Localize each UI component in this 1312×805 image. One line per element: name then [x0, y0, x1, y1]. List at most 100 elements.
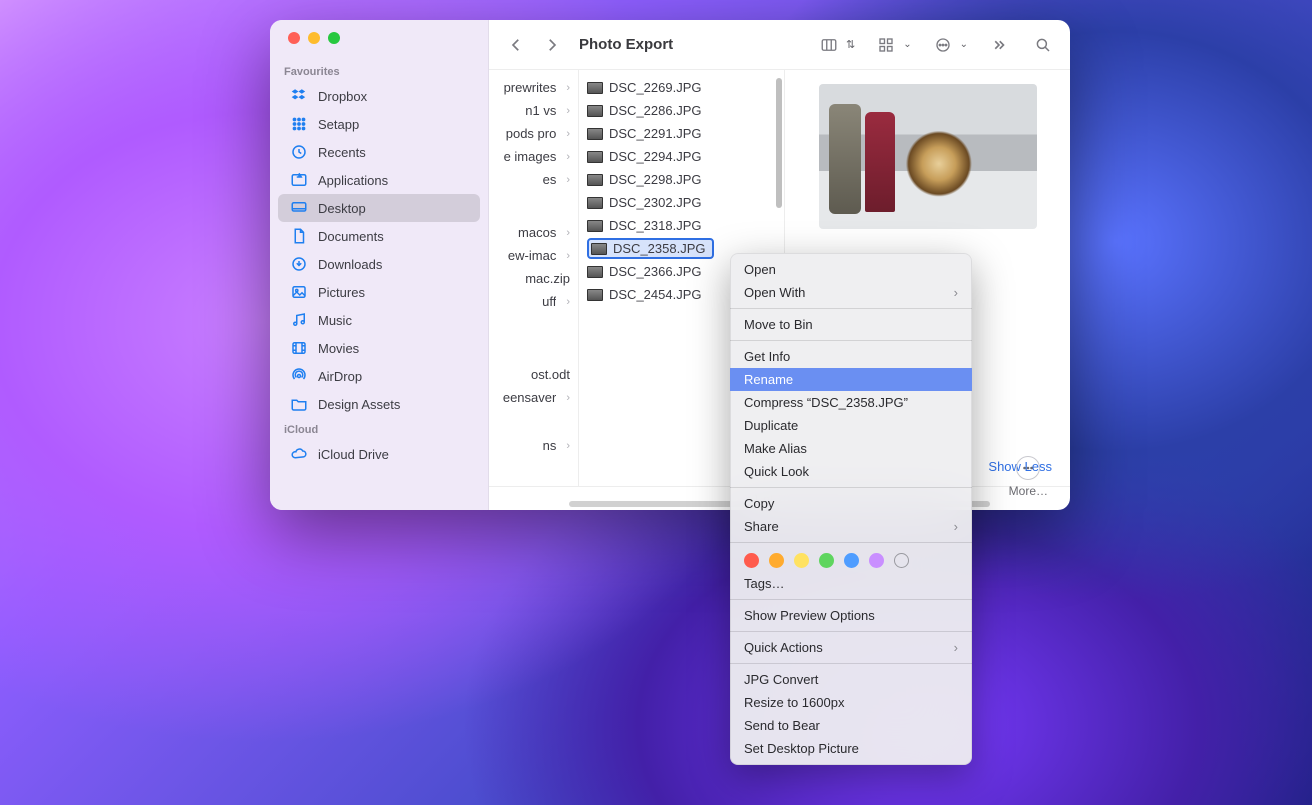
menu-item-move-to-bin[interactable]: Move to Bin	[730, 313, 972, 336]
back-button[interactable]	[503, 32, 529, 58]
file-thumbnail-icon	[587, 174, 603, 186]
sidebar-item-label: Music	[318, 313, 352, 328]
folder-row[interactable]: n1 vs›	[489, 99, 578, 122]
chevron-right-icon: ›	[566, 250, 570, 262]
doc-icon	[290, 227, 308, 245]
menu-item-show-preview-options[interactable]: Show Preview Options	[730, 604, 972, 627]
file-row[interactable]: DSC_2294.JPG	[579, 145, 784, 168]
folder-row[interactable]: ns›	[489, 434, 578, 457]
folder-row[interactable]: ost.odt	[489, 363, 578, 386]
chevron-down-icon[interactable]: ⌄	[960, 39, 968, 50]
menu-item-label: Send to Bear	[744, 718, 820, 733]
folder-label: ns	[543, 438, 557, 453]
file-row[interactable]: DSC_2291.JPG	[579, 122, 784, 145]
file-thumbnail-icon	[587, 266, 603, 278]
tag-color-dot[interactable]	[794, 553, 809, 568]
tag-color-dot[interactable]	[819, 553, 834, 568]
action-menu-button[interactable]	[930, 32, 956, 58]
tag-color-none[interactable]	[894, 553, 909, 568]
sidebar-item-downloads[interactable]: Downloads	[278, 250, 480, 278]
folder-row[interactable]: eensaver›	[489, 386, 578, 409]
menu-item-jpg-convert[interactable]: JPG Convert	[730, 668, 972, 691]
sidebar-item-applications[interactable]: Applications	[278, 166, 480, 194]
chevron-down-icon[interactable]: ⌄	[903, 39, 911, 50]
menu-item-label: Open With	[744, 285, 805, 300]
sidebar-section-title: iCloud	[270, 418, 488, 440]
sidebar-item-desktop[interactable]: Desktop	[278, 194, 480, 222]
menu-item-make-alias[interactable]: Make Alias	[730, 437, 972, 460]
sidebar-item-music[interactable]: Music	[278, 306, 480, 334]
column-1[interactable]: prewrites›n1 vs›pods pro›e images›es›mac…	[489, 70, 579, 486]
sidebar-item-icloud-drive[interactable]: iCloud Drive	[278, 440, 480, 468]
sidebar-item-documents[interactable]: Documents	[278, 222, 480, 250]
menu-separator	[730, 308, 972, 309]
menu-item-set-desktop-picture[interactable]: Set Desktop Picture	[730, 737, 972, 760]
folder-row[interactable]: uff ›	[489, 290, 578, 313]
group-button[interactable]	[873, 32, 899, 58]
menu-item-duplicate[interactable]: Duplicate	[730, 414, 972, 437]
tag-color-dot[interactable]	[869, 553, 884, 568]
folder-row[interactable]: mac.zip	[489, 267, 578, 290]
tag-color-dot[interactable]	[769, 553, 784, 568]
close-icon[interactable]	[288, 32, 300, 44]
file-label: DSC_2358.JPG	[613, 241, 706, 256]
sidebar-item-pictures[interactable]: Pictures	[278, 278, 480, 306]
file-label: DSC_2454.JPG	[609, 287, 702, 302]
folder-label: ew-imac	[508, 248, 556, 263]
tag-color-dot[interactable]	[744, 553, 759, 568]
minimize-icon[interactable]	[308, 32, 320, 44]
folder-label: uff	[542, 294, 556, 309]
apps-icon	[290, 171, 308, 189]
music-icon	[290, 311, 308, 329]
menu-item-label: Quick Look	[744, 464, 809, 479]
menu-item-quick-look[interactable]: Quick Look	[730, 460, 972, 483]
context-menu[interactable]: OpenOpen With›Move to BinGet InfoRenameC…	[730, 253, 972, 765]
menu-item-label: Duplicate	[744, 418, 798, 433]
chevron-right-icon: ›	[566, 82, 570, 94]
folder-row[interactable]: pods pro›	[489, 122, 578, 145]
file-row[interactable]: DSC_2269.JPG	[579, 76, 784, 99]
menu-item-rename[interactable]: Rename	[730, 368, 972, 391]
sidebar-item-label: Setapp	[318, 117, 359, 132]
menu-item-send-to-bear[interactable]: Send to Bear	[730, 714, 972, 737]
sidebar-item-airdrop[interactable]: AirDrop	[278, 362, 480, 390]
tag-color-dot[interactable]	[844, 553, 859, 568]
file-thumbnail-icon	[587, 220, 603, 232]
folder-row[interactable]: ew-imac ›	[489, 244, 578, 267]
menu-item-get-info[interactable]: Get Info	[730, 345, 972, 368]
file-row[interactable]: DSC_2302.JPG	[579, 191, 784, 214]
file-row[interactable]: DSC_2318.JPG	[579, 214, 784, 237]
traffic-lights	[270, 32, 488, 60]
view-columns-button[interactable]	[816, 32, 842, 58]
sidebar-item-design-assets[interactable]: Design Assets	[278, 390, 480, 418]
search-button[interactable]	[1030, 32, 1056, 58]
overflow-button[interactable]	[986, 32, 1012, 58]
menu-item-compress-dsc-2358-jpg[interactable]: Compress “DSC_2358.JPG”	[730, 391, 972, 414]
sidebar-item-label: Pictures	[318, 285, 365, 300]
folder-row[interactable]: es›	[489, 168, 578, 191]
airdrop-icon	[290, 367, 308, 385]
chevron-right-icon: ›	[566, 296, 570, 308]
menu-item-open[interactable]: Open	[730, 258, 972, 281]
scrollbar[interactable]	[776, 78, 782, 208]
file-row[interactable]: DSC_2298.JPG	[579, 168, 784, 191]
chevron-right-icon: ›	[566, 105, 570, 117]
maximize-icon[interactable]	[328, 32, 340, 44]
chevron-updown-icon[interactable]: ⇅	[846, 38, 855, 51]
menu-item-quick-actions[interactable]: Quick Actions›	[730, 636, 972, 659]
folder-label: es	[543, 172, 557, 187]
menu-item-copy[interactable]: Copy	[730, 492, 972, 515]
sidebar-item-setapp[interactable]: Setapp	[278, 110, 480, 138]
folder-row[interactable]: e images›	[489, 145, 578, 168]
sidebar-item-movies[interactable]: Movies	[278, 334, 480, 362]
sidebar-item-dropbox[interactable]: Dropbox	[278, 82, 480, 110]
menu-item-open-with[interactable]: Open With›	[730, 281, 972, 304]
folder-row[interactable]: prewrites›	[489, 76, 578, 99]
file-row[interactable]: DSC_2286.JPG	[579, 99, 784, 122]
menu-item-resize-to-1600px[interactable]: Resize to 1600px	[730, 691, 972, 714]
sidebar-item-recents[interactable]: Recents	[278, 138, 480, 166]
menu-item-tags[interactable]: Tags…	[730, 572, 972, 595]
menu-item-share[interactable]: Share›	[730, 515, 972, 538]
forward-button[interactable]	[539, 32, 565, 58]
folder-row[interactable]: macos›	[489, 221, 578, 244]
